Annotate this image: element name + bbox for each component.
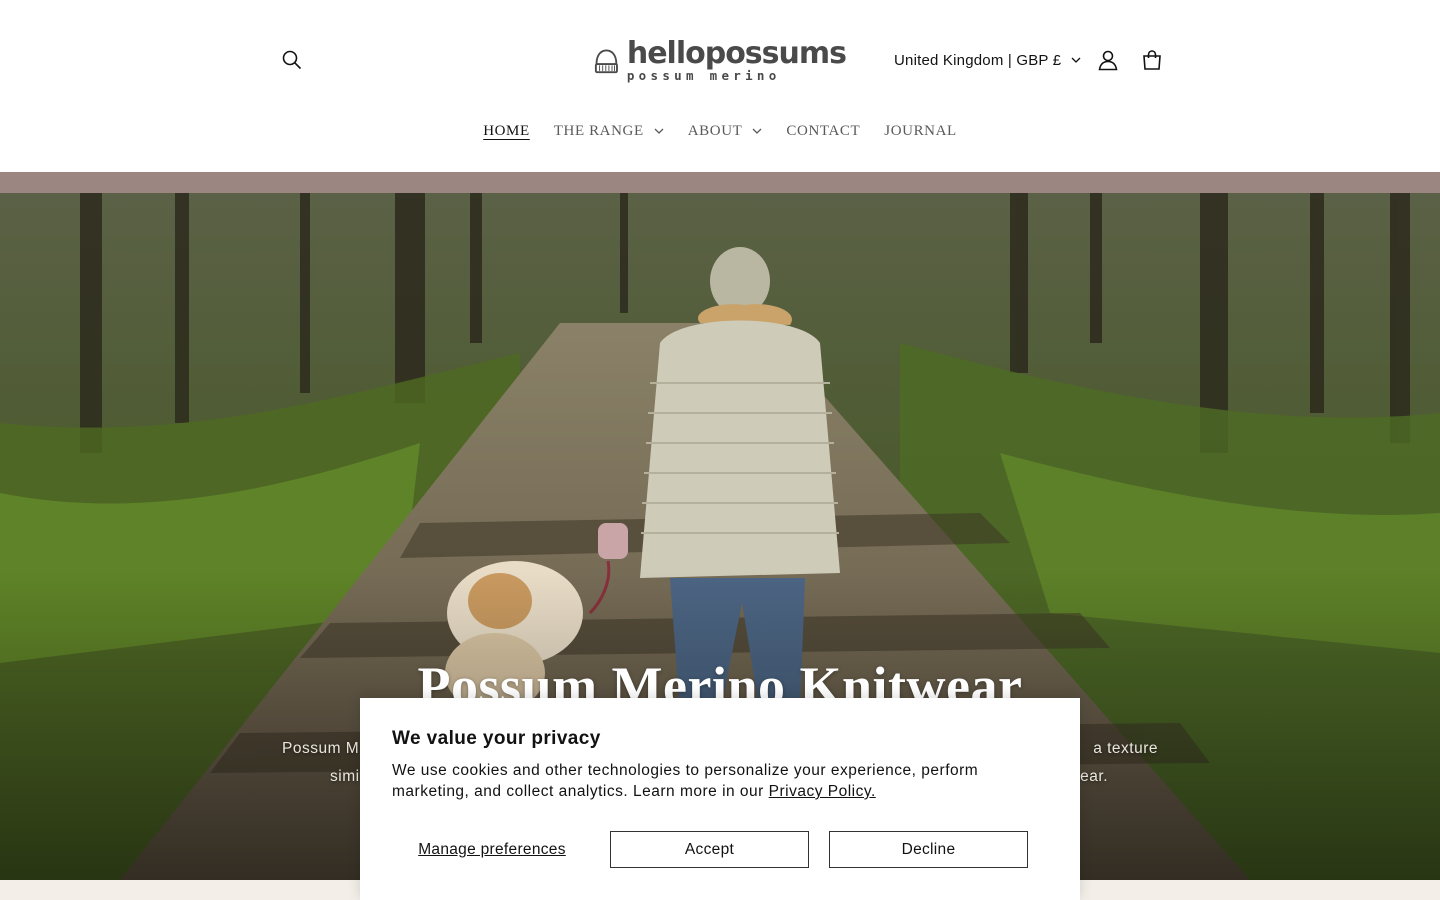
- chevron-down-icon: [1071, 57, 1081, 63]
- cookie-banner-title: We value your privacy: [392, 728, 601, 749]
- country-currency-selector[interactable]: United Kingdom | GBP £: [886, 40, 1089, 80]
- nav-item-home[interactable]: HOME: [471, 112, 542, 150]
- decline-button[interactable]: Decline: [829, 831, 1028, 868]
- cart-icon: [1143, 50, 1161, 70]
- hero-text-line2-end: ear.: [1080, 768, 1108, 785]
- nav-item-label: ABOUT: [687, 122, 743, 139]
- cookie-banner: We value your privacy We use cookies and…: [360, 698, 1080, 900]
- nav-item-label: HOME: [483, 122, 530, 139]
- privacy-policy-link[interactable]: Privacy Policy.: [769, 783, 876, 800]
- nav-item-label: JOURNAL: [884, 122, 957, 139]
- nav-item-label: CONTACT: [786, 122, 861, 139]
- hero-text-line2: simi: [330, 768, 360, 785]
- nav-item-contact[interactable]: CONTACT: [774, 112, 872, 150]
- country-currency-label: United Kingdom | GBP £: [894, 51, 1062, 69]
- cart-button[interactable]: [1132, 40, 1172, 80]
- nav-item-label: THE RANGE: [553, 122, 644, 139]
- logo-tagline: possum merino: [626, 68, 781, 84]
- site-logo[interactable]: hellopossums possum merino: [594, 36, 847, 84]
- account-button[interactable]: [1088, 40, 1128, 80]
- search-button[interactable]: [272, 40, 312, 80]
- search-icon: [282, 50, 302, 70]
- cookie-actions: Manage preferences Accept Decline: [392, 831, 1028, 868]
- logo-text: hellopossums possum merino: [626, 36, 847, 84]
- hero-text-line1: Possum M: [282, 740, 360, 757]
- chevron-down-icon: [752, 128, 762, 134]
- nav-item-journal[interactable]: JOURNAL: [872, 112, 969, 150]
- nav-item-the-range[interactable]: THE RANGE: [542, 112, 676, 150]
- beanie-logo-icon: [594, 49, 618, 74]
- logo-name: hellopossums: [626, 36, 847, 72]
- cookie-banner-text: We use cookies and other technologies to…: [392, 762, 979, 800]
- account-icon: [1098, 50, 1118, 71]
- cookie-banner-body: We use cookies and other technologies to…: [392, 760, 1032, 802]
- chevron-down-icon: [654, 128, 664, 134]
- main-navigation: HOME THE RANGE ABOUT CONTACT JOURNAL: [0, 112, 1440, 150]
- site-header: hellopossums possum merino United Kingdo…: [0, 0, 1440, 172]
- manage-preferences-button[interactable]: Manage preferences: [392, 831, 592, 868]
- announcement-bar: [0, 172, 1440, 193]
- accept-button[interactable]: Accept: [610, 831, 809, 868]
- nav-item-about[interactable]: ABOUT: [676, 112, 775, 150]
- hero-text-line1-end: a texture: [1093, 740, 1158, 757]
